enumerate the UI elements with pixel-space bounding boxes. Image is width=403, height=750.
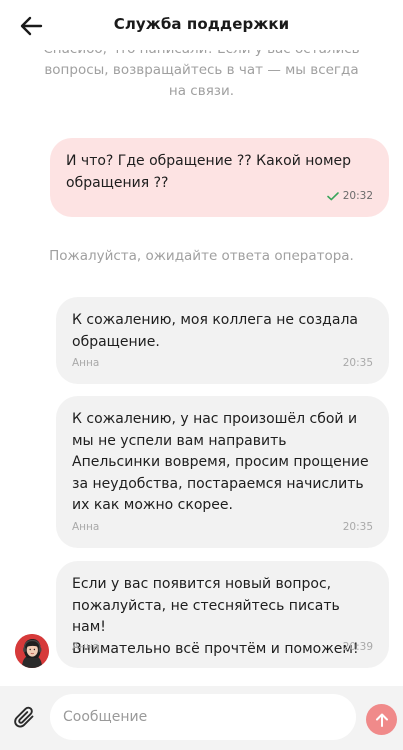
- chat-messages[interactable]: Спасибо, что написали! Если у вас остали…: [0, 0, 403, 686]
- arrow-up-icon: [375, 713, 388, 727]
- send-button[interactable]: [366, 704, 397, 735]
- operator-avatar[interactable]: [15, 634, 49, 668]
- system-message-line-1: Спасибо, что написали! Если у вас остали…: [20, 50, 383, 60]
- support-chat-screen: Спасибо, что написали! Если у вас остали…: [0, 0, 403, 750]
- incoming-message[interactable]: К сожалению, моя коллега не создала обра…: [56, 297, 389, 384]
- message-author: Анна: [72, 520, 100, 533]
- outgoing-message[interactable]: И что? Где обращение ?? Какой номер обра…: [50, 138, 389, 217]
- system-message-line: Спасибо, что написали! Если у вас остали…: [20, 50, 383, 60]
- paperclip-icon[interactable]: [12, 705, 38, 731]
- outgoing-message-meta: 20:32: [326, 186, 373, 208]
- message-time: 20:35: [342, 356, 373, 369]
- system-message-line-2: вопросы, возвращайтесь в чат — мы всегда: [44, 62, 359, 78]
- message-author: Анна: [72, 640, 100, 653]
- message-time: 20:35: [342, 520, 373, 533]
- check-icon: [326, 191, 339, 201]
- message-composer: [0, 686, 403, 750]
- message-time: 20:39: [342, 640, 373, 653]
- system-message-line-3: на связи.: [168, 83, 235, 99]
- incoming-message-text: К сожалению, моя коллега не создала обра…: [72, 312, 358, 350]
- page-title: Служба поддержки: [113, 15, 290, 33]
- outgoing-message-time: 20:32: [342, 189, 373, 202]
- message-input[interactable]: [50, 694, 356, 740]
- operator-avatar-image: [15, 634, 49, 668]
- incoming-message-meta: Анна 20:35: [72, 353, 373, 375]
- incoming-message[interactable]: К сожалению, у нас произошёл сбой и мы н…: [56, 396, 389, 548]
- incoming-message-meta: Анна 20:39: [72, 637, 373, 659]
- message-author: Анна: [72, 356, 100, 369]
- chat-header: Служба поддержки: [0, 0, 403, 50]
- incoming-message[interactable]: Если у вас появится новый вопрос, пожалу…: [56, 561, 389, 668]
- system-message-wait: Пожалуйста, ожидайте ответа оператора.: [49, 248, 354, 264]
- incoming-message-meta: Анна 20:35: [72, 517, 373, 539]
- incoming-message-text: К сожалению, у нас произошёл сбой и мы н…: [72, 411, 369, 513]
- system-message-thanks: Спасибо, что написали! Если у вас остали…: [20, 50, 383, 102]
